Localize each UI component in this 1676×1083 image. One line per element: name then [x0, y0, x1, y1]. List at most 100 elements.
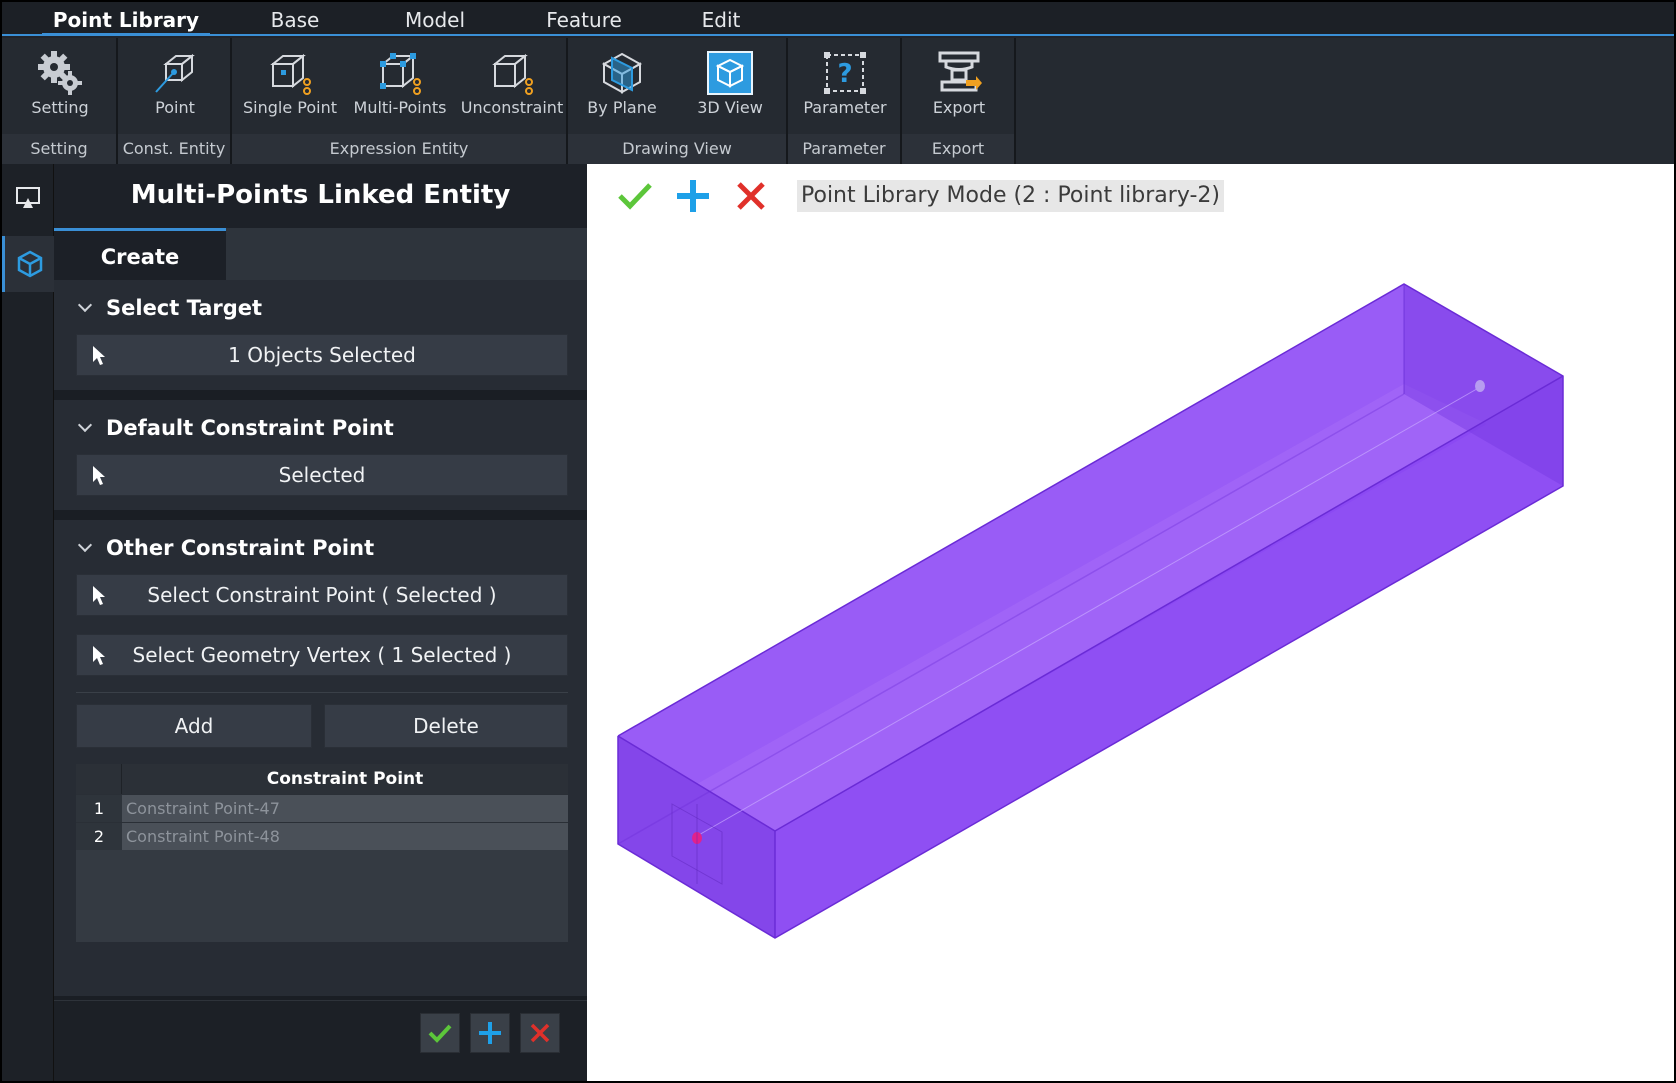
ribbon-group-label: Setting	[2, 134, 116, 164]
ribbon-group-label: Export	[902, 134, 1014, 164]
select-constraint-point-field[interactable]: Select Constraint Point ( Selected )	[76, 574, 568, 616]
table-corner	[76, 764, 122, 794]
section-select-target: Select Target 1 Objects Selected	[54, 280, 587, 390]
close-icon	[530, 1023, 550, 1043]
viewport-confirm-button[interactable]	[615, 176, 655, 216]
select-target-field[interactable]: 1 Objects Selected	[76, 334, 568, 376]
confirm-button[interactable]	[420, 1013, 460, 1053]
viewport-cancel-button[interactable]	[731, 176, 771, 216]
section-other-constraint: Other Constraint Point Select Constraint…	[54, 520, 587, 996]
3d-viewport[interactable]: Point Library Mode (2 : Point library-2)	[587, 164, 1674, 1081]
tab-create[interactable]: Create	[54, 228, 226, 280]
plus-icon	[479, 1022, 501, 1044]
section-title: Select Target	[106, 296, 263, 320]
setting-button-label: Setting	[31, 98, 89, 117]
viewport-apply-button[interactable]	[673, 176, 713, 216]
by-plane-button[interactable]: By Plane	[574, 44, 670, 128]
export-button[interactable]: Export	[908, 44, 1010, 128]
cube-button[interactable]	[2, 236, 54, 292]
ribbon-group-const-entity: Point Const. Entity	[118, 38, 232, 164]
cursor-icon	[93, 346, 105, 365]
section-title: Other Constraint Point	[106, 536, 375, 560]
select-target-value: 1 Objects Selected	[228, 343, 416, 367]
display-button[interactable]	[2, 172, 54, 224]
by-plane-button-label: By Plane	[587, 98, 657, 117]
panel-footer	[54, 1000, 587, 1081]
tab-edit[interactable]: Edit	[686, 2, 756, 36]
3d-model[interactable]	[587, 164, 1674, 1081]
side-icon-strip	[2, 164, 54, 1081]
app-window: Point Library Base Model Feature Edit Se…	[2, 2, 1674, 1081]
section-header-default-constraint[interactable]: Default Constraint Point	[76, 414, 394, 442]
ribbon-group-export: Export Export	[902, 38, 1016, 164]
svg-text:?: ?	[837, 59, 852, 89]
select-constraint-point-value: Select Constraint Point ( Selected )	[147, 583, 497, 607]
panel-title: Multi-Points Linked Entity	[54, 164, 587, 228]
ribbon-group-parameter: ? Parameter Parameter	[788, 38, 902, 164]
multi-points-icon	[380, 53, 421, 95]
divider	[76, 692, 568, 693]
export-button-label: Export	[932, 98, 986, 117]
unconstraint-button[interactable]: Unconstraint	[458, 44, 566, 128]
check-icon	[618, 183, 652, 210]
point-icon	[155, 53, 195, 93]
apply-button[interactable]	[470, 1013, 510, 1053]
default-constraint-field[interactable]: Selected	[76, 454, 568, 496]
tab-model[interactable]: Model	[390, 2, 480, 36]
3d-view-button[interactable]: 3D View	[682, 44, 778, 128]
cursor-icon	[93, 586, 105, 605]
unconstraint-icon	[492, 53, 533, 95]
export-icon	[938, 51, 982, 92]
cursor-icon	[93, 466, 105, 485]
cube-icon	[17, 250, 42, 278]
multi-points-button[interactable]: Multi-Points	[348, 44, 452, 128]
select-geometry-vertex-value: Select Geometry Vertex ( 1 Selected )	[132, 643, 512, 667]
constraint-point-marker	[1475, 380, 1485, 392]
section-header-select-target[interactable]: Select Target	[76, 294, 262, 322]
tab-point-library[interactable]: Point Library	[42, 2, 210, 36]
ribbon-group-label: Const. Entity	[118, 134, 230, 164]
row-value: Constraint Point-48	[122, 823, 568, 850]
plus-icon	[677, 180, 709, 212]
row-number: 1	[76, 795, 122, 822]
cancel-button[interactable]	[520, 1013, 560, 1053]
chevron-down-icon	[77, 537, 93, 553]
viewport-toolbar: Point Library Mode (2 : Point library-2)	[615, 176, 1224, 216]
default-constraint-value: Selected	[278, 463, 366, 487]
ribbon-group-label: Drawing View	[568, 134, 786, 164]
ribbon-group-label: Parameter	[788, 134, 900, 164]
menu-bar: Point Library Base Model Feature Edit	[2, 2, 1674, 36]
3d-view-button-label: 3D View	[697, 98, 763, 117]
single-point-button[interactable]: Single Point	[238, 44, 342, 128]
close-icon	[737, 182, 765, 210]
parameter-icon: ?	[824, 52, 866, 94]
point-button[interactable]: Point	[124, 44, 226, 128]
delete-button[interactable]: Delete	[324, 704, 568, 748]
table-row[interactable]: 2 Constraint Point-48	[76, 822, 568, 850]
center-line	[696, 385, 1483, 837]
chevron-down-icon	[77, 297, 93, 313]
setting-button[interactable]: Setting	[10, 44, 110, 128]
single-point-button-label: Single Point	[243, 98, 337, 117]
section-header-other-constraint[interactable]: Other Constraint Point	[76, 534, 374, 562]
select-geometry-vertex-field[interactable]: Select Geometry Vertex ( 1 Selected )	[76, 634, 568, 676]
property-panel: Multi-Points Linked Entity Create Select…	[54, 164, 587, 1081]
display-icon	[16, 187, 40, 208]
add-button[interactable]: Add	[76, 704, 312, 748]
ribbon-group-expression-entity: Single Point Multi-Points Unconstraint E…	[232, 38, 568, 164]
row-number: 2	[76, 823, 122, 850]
section-title: Default Constraint Point	[106, 416, 394, 440]
chevron-down-icon	[77, 417, 93, 433]
point-button-label: Point	[155, 98, 195, 117]
by-plane-icon	[601, 52, 643, 94]
constraint-point-table: Constraint Point 1 Constraint Point-47 2…	[76, 764, 568, 942]
tab-base[interactable]: Base	[250, 2, 340, 36]
parameter-button-label: Parameter	[803, 98, 887, 117]
tab-feature[interactable]: Feature	[534, 2, 634, 36]
check-icon	[428, 1024, 452, 1043]
panel-tabs: Create	[54, 228, 587, 280]
table-row[interactable]: 1 Constraint Point-47	[76, 794, 568, 822]
parameter-button[interactable]: ? Parameter	[794, 44, 896, 128]
mode-label: Point Library Mode (2 : Point library-2)	[797, 180, 1224, 212]
ribbon-toolbar: Setting Setting Point Const. Entity Sing…	[2, 38, 1674, 164]
